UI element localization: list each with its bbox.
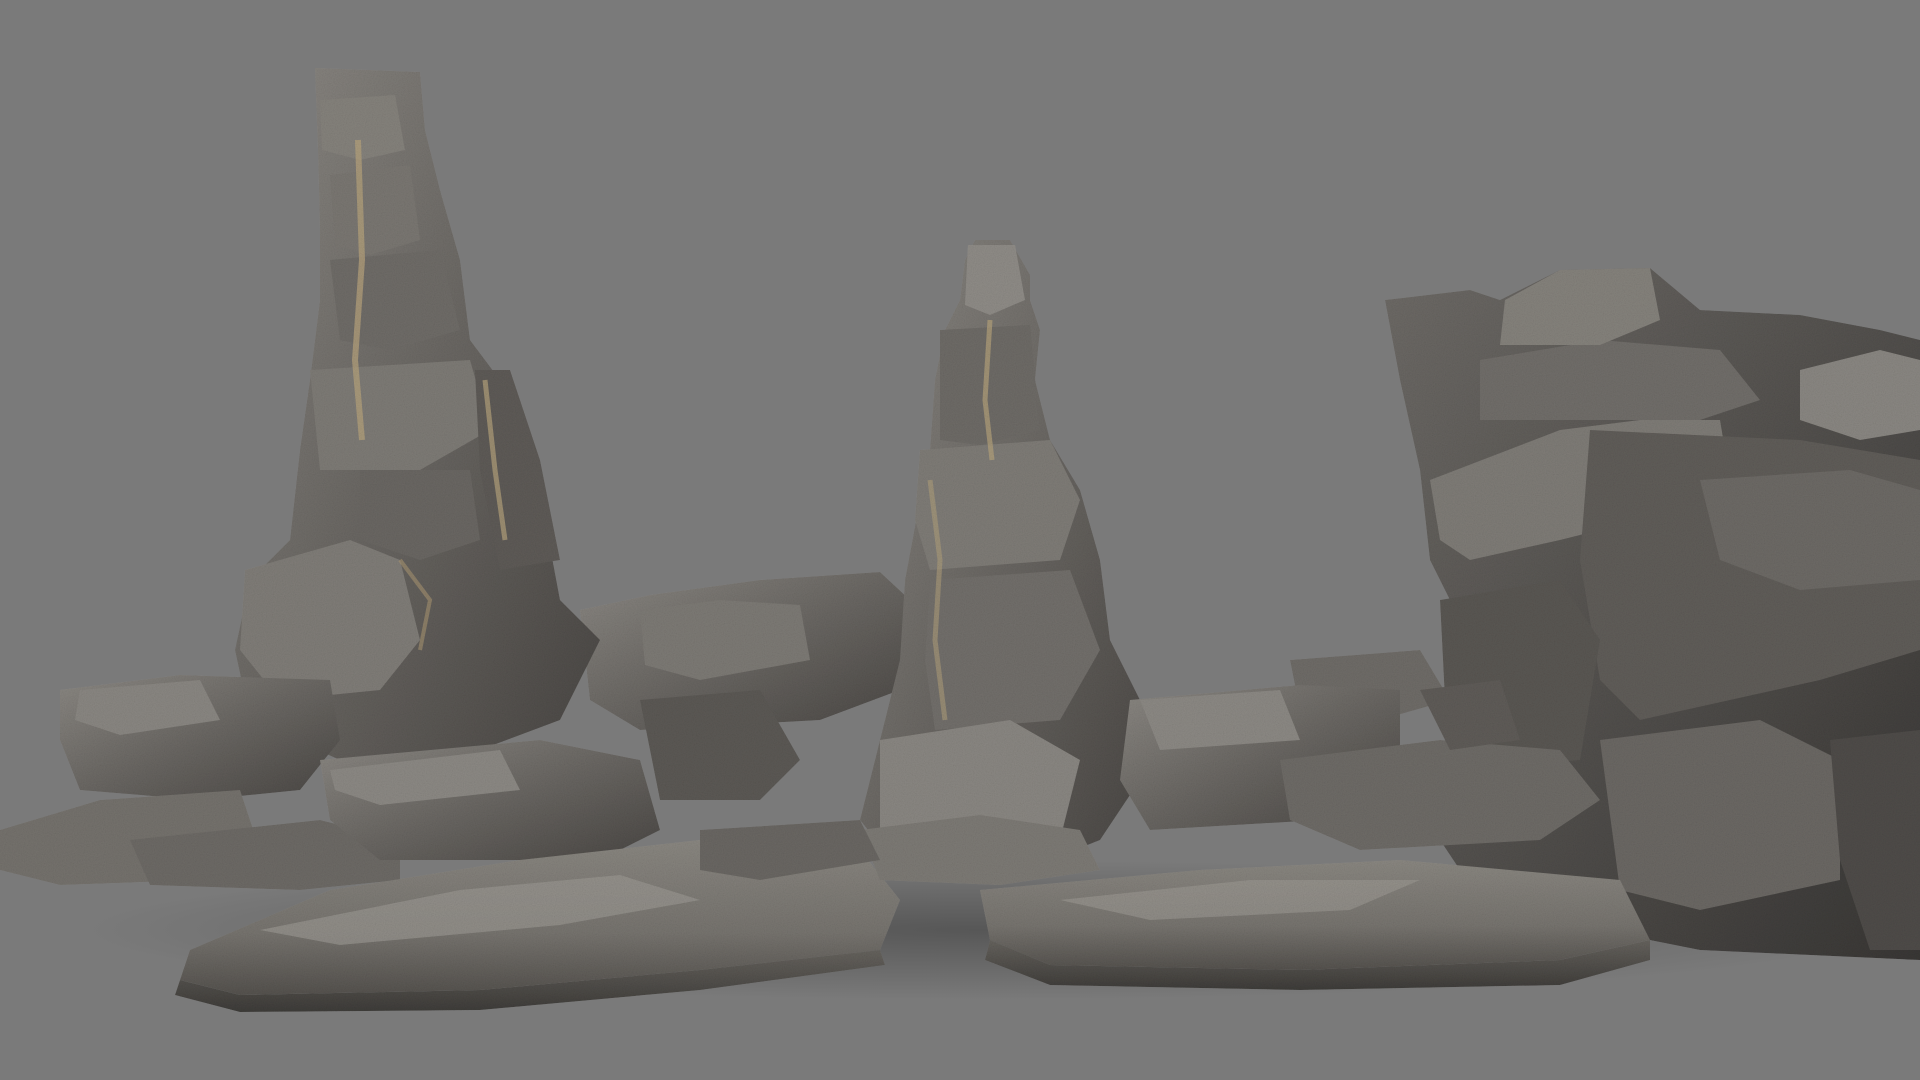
rock-scene — [0, 68, 1920, 1012]
rock-cliff-right — [1385, 268, 1920, 960]
tall-rock-spire-left — [235, 68, 600, 760]
rock-spire-center — [860, 240, 1140, 880]
